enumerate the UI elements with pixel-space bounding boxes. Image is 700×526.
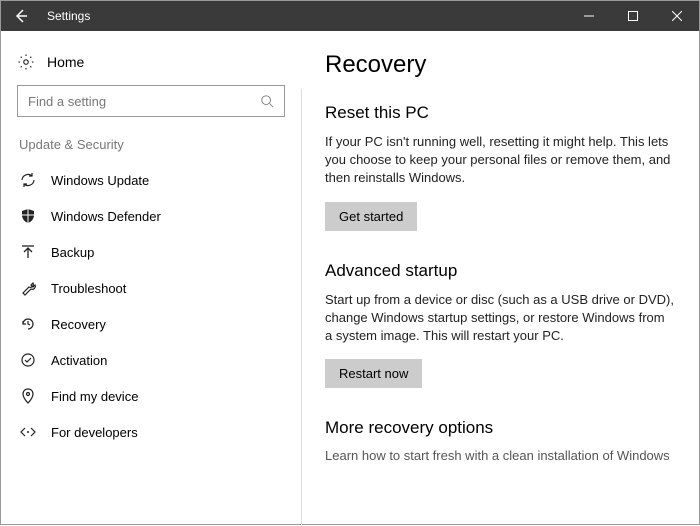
advanced-heading: Advanced startup [325, 261, 675, 281]
titlebar: Settings [1, 1, 699, 31]
sync-icon [19, 172, 37, 188]
more-heading: More recovery options [325, 418, 675, 438]
sidebar-item-for-developers[interactable]: For developers [9, 414, 293, 450]
sidebar-item-label: For developers [51, 425, 138, 440]
section-label: Update & Security [9, 137, 293, 162]
sidebar-item-find-my-device[interactable]: Find my device [9, 378, 293, 414]
sidebar-item-label: Find my device [51, 389, 138, 404]
sidebar: Home Find a setting Update & Security Wi… [1, 31, 301, 526]
sidebar-item-label: Recovery [51, 317, 106, 332]
maximize-button[interactable] [611, 1, 655, 31]
wrench-icon [19, 280, 37, 296]
search-placeholder: Find a setting [28, 94, 260, 109]
get-started-button[interactable]: Get started [325, 202, 417, 231]
developer-icon [19, 424, 37, 440]
home-label: Home [47, 54, 84, 70]
sidebar-item-recovery[interactable]: Recovery [9, 306, 293, 342]
sidebar-item-windows-update[interactable]: Windows Update [9, 162, 293, 198]
reset-heading: Reset this PC [325, 103, 675, 123]
gear-icon [17, 53, 35, 71]
minimize-button[interactable] [567, 1, 611, 31]
history-icon [19, 316, 37, 332]
window-title: Settings [47, 9, 567, 23]
backup-icon [19, 244, 37, 260]
shield-icon [19, 208, 37, 224]
close-button[interactable] [655, 1, 699, 31]
sidebar-item-label: Backup [51, 245, 94, 260]
restart-now-button[interactable]: Restart now [325, 359, 422, 388]
search-input[interactable]: Find a setting [17, 85, 285, 117]
content-area: Recovery Reset this PC If your PC isn't … [301, 31, 699, 526]
location-icon [19, 388, 37, 404]
sidebar-item-label: Windows Defender [51, 209, 161, 224]
check-circle-icon [19, 352, 37, 368]
reset-body: If your PC isn't running well, resetting… [325, 133, 675, 188]
search-icon [260, 94, 274, 108]
sidebar-item-activation[interactable]: Activation [9, 342, 293, 378]
sidebar-item-label: Troubleshoot [51, 281, 126, 296]
advanced-body: Start up from a device or disc (such as … [325, 291, 675, 346]
sidebar-item-label: Windows Update [51, 173, 149, 188]
fresh-install-link[interactable]: Learn how to start fresh with a clean in… [325, 448, 675, 463]
back-button[interactable] [1, 1, 41, 31]
page-title: Recovery [325, 51, 675, 79]
sidebar-item-windows-defender[interactable]: Windows Defender [9, 198, 293, 234]
sidebar-item-troubleshoot[interactable]: Troubleshoot [9, 270, 293, 306]
sidebar-item-label: Activation [51, 353, 107, 368]
home-button[interactable]: Home [9, 47, 293, 85]
sidebar-item-backup[interactable]: Backup [9, 234, 293, 270]
